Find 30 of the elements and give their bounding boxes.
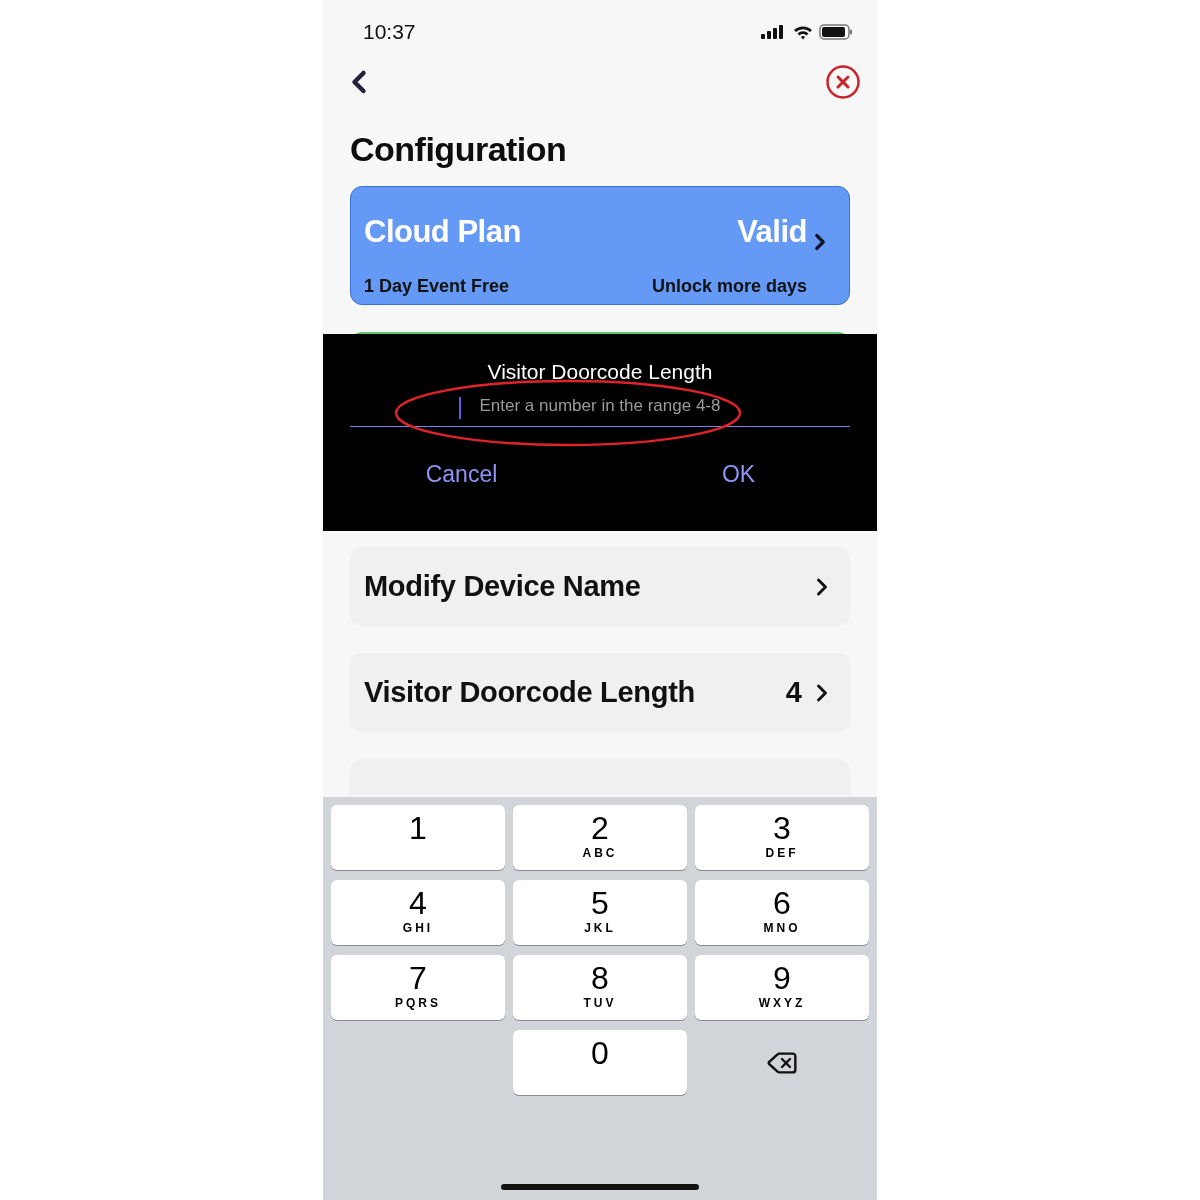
unlock-link[interactable]: Unlock more days bbox=[651, 276, 807, 297]
plan-subtitle: 1 Day Event Free bbox=[364, 276, 511, 297]
settings-row[interactable]: Modify Device Name bbox=[350, 547, 850, 626]
plan-title: Cloud Plan bbox=[364, 214, 522, 250]
keypad-key[interactable]: 8 TUV bbox=[513, 955, 687, 1020]
row-value: 4 bbox=[785, 676, 802, 709]
close-icon[interactable] bbox=[825, 64, 861, 100]
plan-card[interactable]: Cloud Plan Valid 1 Day Event Free Unlock more days bbox=[350, 186, 850, 305]
keypad-key[interactable]: 2 ABC bbox=[513, 805, 687, 870]
battery-icon bbox=[819, 24, 853, 40]
text-cursor bbox=[459, 397, 461, 419]
settings-row[interactable]: Visitor Doorcode Length 4 bbox=[350, 653, 850, 732]
keypad-key[interactable]: 7 PQRS bbox=[331, 955, 505, 1020]
keypad-key[interactable]: 0 bbox=[513, 1030, 687, 1095]
dialog-button[interactable]: OK bbox=[600, 455, 877, 494]
keypad-key[interactable]: 9 WXYZ bbox=[695, 955, 869, 1020]
status-time: 10:37 bbox=[363, 20, 416, 44]
dialog-button[interactable]: Cancel bbox=[323, 455, 600, 494]
dialog-title: Visitor Doorcode Length bbox=[487, 360, 713, 384]
keypad-key[interactable]: 5 JKL bbox=[513, 880, 687, 945]
keypad-key[interactable]: 6 MNO bbox=[695, 880, 869, 945]
keypad-key[interactable]: 3 DEF bbox=[695, 805, 869, 870]
input-field[interactable]: Enter a number in the range 4-8 bbox=[350, 390, 850, 427]
keypad-key[interactable]: 4 GHI bbox=[331, 880, 505, 945]
page-title: Configuration bbox=[349, 129, 568, 170]
wifi-icon bbox=[793, 24, 813, 40]
row-label: Modify Device Name bbox=[364, 570, 642, 603]
plan-status: Valid bbox=[737, 214, 807, 250]
keypad-key[interactable]: 1 bbox=[331, 805, 505, 870]
row-label: Visitor Doorcode Length bbox=[364, 676, 696, 709]
